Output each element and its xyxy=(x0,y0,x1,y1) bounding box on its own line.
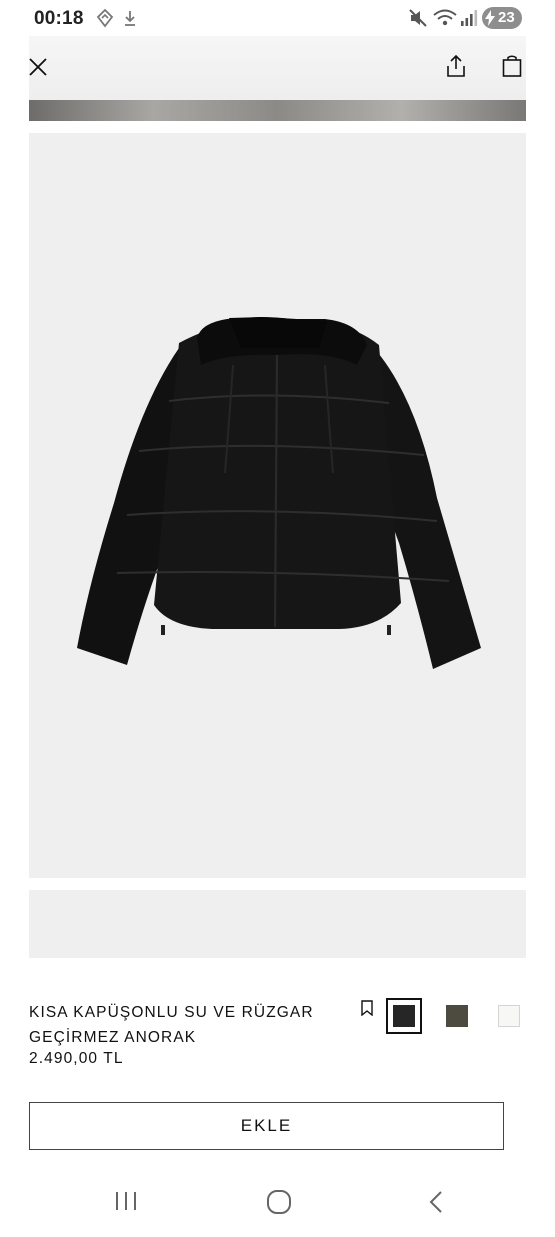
signal-icon xyxy=(461,10,478,26)
back-icon[interactable] xyxy=(428,1190,444,1214)
add-to-cart-button[interactable]: EKLE xyxy=(29,1102,504,1150)
product-header xyxy=(29,36,526,100)
status-bar: 00:18 23 xyxy=(0,0,555,36)
battery-level: 23 xyxy=(498,9,515,26)
color-swatch-white[interactable] xyxy=(498,1005,520,1027)
android-nav-bar xyxy=(0,1170,555,1237)
color-swatch-black[interactable] xyxy=(393,1005,415,1027)
download-icon xyxy=(125,11,135,26)
mute-icon xyxy=(409,9,427,27)
home-icon[interactable] xyxy=(266,1189,292,1215)
next-image-peek[interactable] xyxy=(29,890,526,958)
shopping-bag-icon[interactable] xyxy=(502,54,522,78)
share-icon[interactable] xyxy=(445,54,467,78)
previous-image-strip xyxy=(29,100,526,121)
product-name: KISA KAPÜŞONLU SU VE RÜZGAR GEÇİRMEZ ANO… xyxy=(29,1004,314,1046)
color-swatch-olive[interactable] xyxy=(446,1005,468,1027)
wifi-icon xyxy=(433,9,457,26)
gmaps-arrow-icon xyxy=(96,8,114,28)
close-icon[interactable] xyxy=(29,58,47,76)
bookmark-icon[interactable] xyxy=(360,1000,374,1016)
jacket-image xyxy=(77,317,481,669)
product-image[interactable] xyxy=(29,133,526,878)
charging-icon xyxy=(485,10,495,26)
status-time: 00:18 xyxy=(34,8,84,29)
recents-icon[interactable] xyxy=(114,1190,138,1212)
product-price: 2.490,00 TL xyxy=(29,1050,124,1067)
